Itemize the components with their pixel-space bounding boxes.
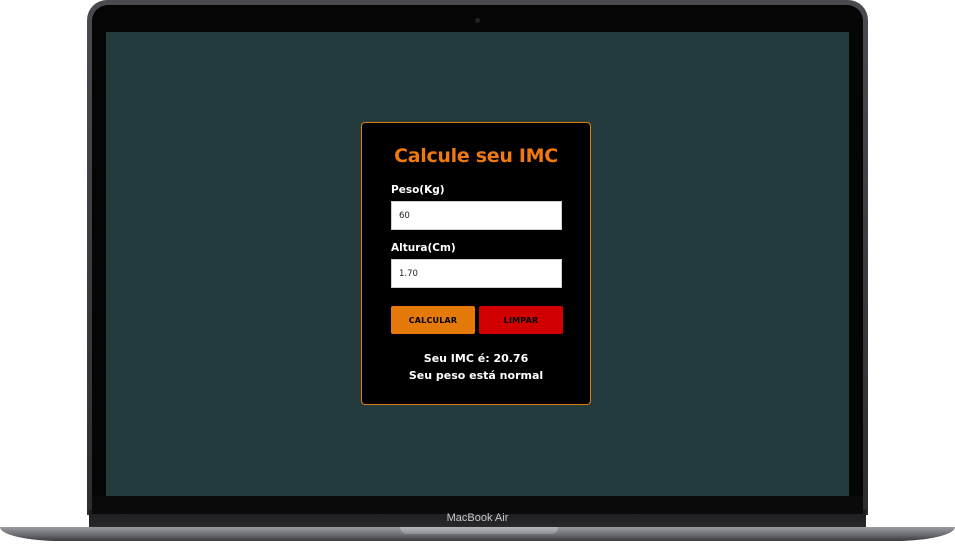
device-model-label: MacBook Air: [446, 512, 509, 524]
height-label: Altura(Cm): [391, 242, 456, 254]
webcam-icon: [475, 18, 480, 23]
height-input[interactable]: [391, 259, 562, 288]
calculate-button[interactable]: CALCULAR: [391, 306, 475, 334]
imc-result-text: Seu IMC é: 20.76: [423, 352, 529, 365]
page-title: Calcule seu IMC: [394, 145, 558, 167]
weight-status-text: Seu peso está normal: [408, 369, 544, 382]
app-screen: Calcule seu IMC Peso(Kg) Altura(Cm) CALC…: [106, 32, 849, 496]
weight-label: Peso(Kg): [391, 184, 445, 196]
clear-button[interactable]: LIMPAR: [479, 306, 563, 334]
weight-input[interactable]: [391, 201, 562, 230]
lid-open-notch: [400, 527, 558, 534]
imc-calculator-card: Calcule seu IMC Peso(Kg) Altura(Cm) CALC…: [361, 122, 591, 405]
